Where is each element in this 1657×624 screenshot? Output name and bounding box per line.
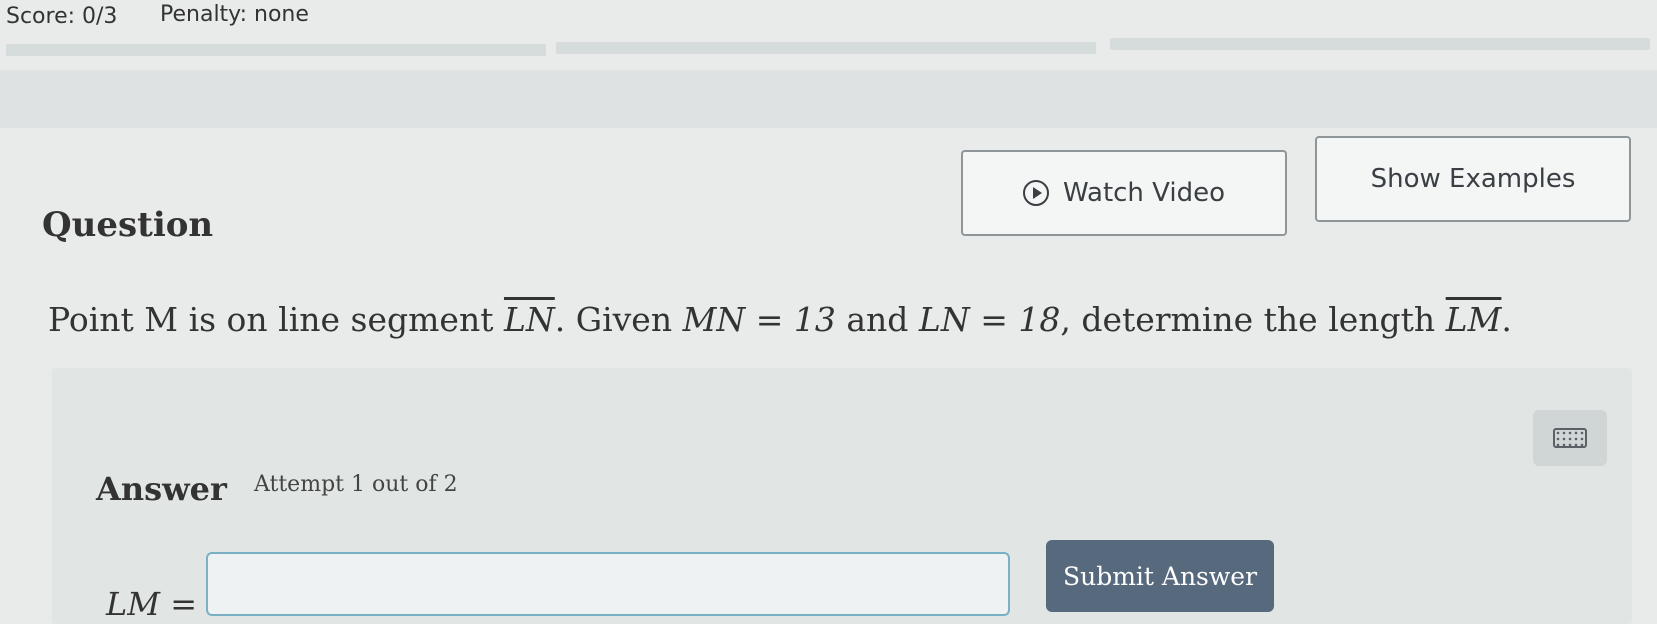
segment-ln: LN — [503, 300, 555, 339]
prompt-text: , determine the length — [1060, 300, 1446, 339]
answer-label: Answer — [96, 470, 227, 508]
question-title: Question — [42, 205, 214, 245]
equation-mn: MN = 13 — [682, 300, 836, 339]
keyboard-button[interactable] — [1533, 410, 1607, 466]
prompt-text: . — [1501, 300, 1512, 339]
equation-ln: LN = 18 — [918, 300, 1061, 339]
submit-answer-button[interactable]: Submit Answer — [1046, 540, 1274, 612]
attempt-counter: Attempt 1 out of 2 — [254, 472, 458, 497]
header-shade — [0, 70, 1657, 128]
prompt-text: . Given — [554, 300, 683, 339]
answer-input[interactable] — [206, 552, 1010, 616]
decorative-divider — [556, 42, 1096, 54]
watch-video-label: Watch Video — [1062, 178, 1226, 208]
prompt-text: Point M is on line segment — [48, 300, 504, 339]
penalty-text: Penalty: none — [160, 2, 309, 27]
answer-field-label: LM = — [106, 585, 197, 623]
prompt-text: and — [835, 300, 919, 339]
show-examples-label: Show Examples — [1370, 164, 1576, 194]
keyboard-icon — [1553, 428, 1587, 448]
score-text: Score: 0/3 — [6, 4, 118, 29]
show-examples-button[interactable]: Show Examples — [1315, 136, 1631, 222]
decorative-divider — [1110, 38, 1650, 50]
watch-video-button[interactable]: Watch Video — [961, 150, 1287, 236]
segment-lm: LM — [1445, 300, 1502, 339]
decorative-divider — [6, 44, 546, 56]
question-prompt: Point M is on line segment LN. Given MN … — [48, 300, 1512, 339]
play-circle-icon — [1022, 180, 1049, 206]
